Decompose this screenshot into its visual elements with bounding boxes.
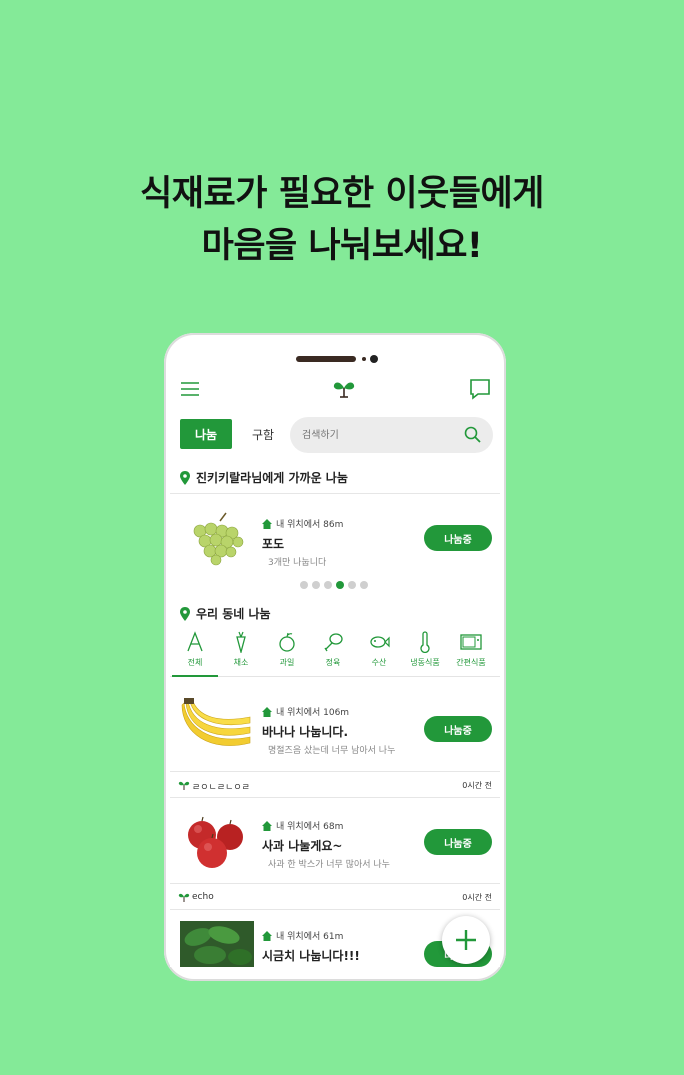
pager-dot[interactable] bbox=[324, 581, 332, 589]
tab-request[interactable]: 구함 bbox=[240, 419, 286, 449]
home-icon bbox=[262, 930, 272, 941]
search-bar bbox=[290, 417, 493, 453]
banana-image bbox=[181, 698, 251, 746]
category-tab-frozen[interactable]: 냉동식품 bbox=[402, 627, 448, 677]
divider bbox=[170, 883, 500, 884]
post-time: 0시간 전 bbox=[462, 781, 492, 790]
post-time: 0시간 전 bbox=[462, 893, 492, 902]
category-tab-fruit[interactable]: 과일 bbox=[264, 627, 310, 677]
sharing-status-button[interactable]: 나눔중 bbox=[424, 716, 492, 742]
card-desc: 명절즈음 샀는데 너무 남아서 나누 bbox=[268, 746, 396, 756]
category-tab-vegetable[interactable]: 채소 bbox=[218, 627, 264, 677]
post-card[interactable]: 내 위치에서 106m 바나나 나눕니다. 명절즈음 샀는데 너무 남아서 나누… bbox=[170, 689, 500, 769]
card-title: 사과 나눌게요~ bbox=[262, 839, 343, 853]
meat-icon bbox=[324, 633, 343, 652]
headline: 식재료가 필요한 이웃들에게 마음을 나눠보세요! bbox=[0, 168, 684, 272]
headline-line-2: 마음을 나눠보세요! bbox=[201, 226, 483, 266]
carousel-pager bbox=[300, 581, 368, 589]
pager-dot[interactable] bbox=[300, 581, 308, 589]
distance-text: 내 위치에서 86m bbox=[276, 520, 344, 530]
category-tab-convenience[interactable]: 간편식품 bbox=[448, 627, 494, 677]
menu-icon[interactable] bbox=[180, 379, 200, 399]
category-tab-all[interactable]: 전체 bbox=[172, 627, 218, 677]
carrot-icon bbox=[236, 631, 246, 653]
fish-icon bbox=[370, 636, 390, 648]
phone-frame: 나눔 구함 진키키랄라님에게 가까운 나눔 bbox=[164, 333, 506, 981]
category-label: 냉동식품 bbox=[410, 658, 440, 667]
card-desc: 3개만 나눕니다 bbox=[268, 558, 327, 568]
category-label: 전체 bbox=[187, 658, 203, 667]
category-label: 간편식품 bbox=[456, 658, 486, 667]
category-tab-meat[interactable]: 정육 bbox=[310, 627, 356, 677]
add-post-button[interactable] bbox=[442, 916, 490, 964]
home-icon bbox=[262, 820, 272, 831]
pager-dot[interactable] bbox=[360, 581, 368, 589]
pager-dot[interactable] bbox=[348, 581, 356, 589]
card-title: 시금치 나눕니다!!! bbox=[262, 949, 360, 963]
home-icon bbox=[262, 706, 272, 717]
sharing-status-button[interactable]: 나눔중 bbox=[424, 829, 492, 855]
fruit-icon bbox=[279, 632, 295, 652]
distance-label: 내 위치에서 61m bbox=[262, 929, 343, 942]
post-author-bar: echo 0시간 전 bbox=[170, 887, 500, 909]
grape-image bbox=[193, 512, 244, 566]
distance-text: 내 위치에서 68m bbox=[276, 822, 344, 832]
category-label: 정육 bbox=[325, 658, 341, 667]
divider bbox=[170, 493, 500, 494]
app-screen: 나눔 구함 진키키랄라님에게 가까운 나눔 bbox=[170, 369, 500, 967]
nearby-title-text: 진키키랄라님에게 가까운 나눔 bbox=[196, 471, 348, 485]
sprout-icon bbox=[178, 893, 190, 902]
phone-camera bbox=[370, 355, 378, 363]
phone-sensor bbox=[362, 357, 366, 361]
author-name[interactable]: ㄹㅇㄴㄹㄴㅇㄹ bbox=[192, 780, 250, 793]
category-label: 수산 bbox=[371, 658, 387, 667]
chat-icon[interactable] bbox=[468, 377, 492, 401]
post-card[interactable]: 내 위치에서 68m 사과 나눌게요~ 사과 한 박스가 너무 많아서 나누 나… bbox=[170, 801, 500, 881]
location-pin-icon bbox=[180, 470, 190, 485]
home-icon bbox=[262, 518, 272, 529]
distance-text: 내 위치에서 106m bbox=[276, 708, 350, 718]
distance-label: 내 위치에서 68m bbox=[262, 819, 343, 832]
pager-dot-active[interactable] bbox=[336, 581, 344, 589]
category-label: 과일 bbox=[279, 658, 295, 667]
nearby-section-title: 진키키랄라님에게 가까운 나눔 bbox=[180, 469, 348, 486]
distance-label: 내 위치에서 86m bbox=[262, 517, 343, 530]
card-title: 포도 bbox=[262, 537, 285, 551]
search-input[interactable] bbox=[302, 425, 452, 445]
phone-speaker bbox=[296, 356, 356, 362]
nearby-card[interactable]: 내 위치에서 86m 포도 3개만 나눕니다 나눔중 bbox=[170, 499, 500, 577]
sprout-icon bbox=[178, 781, 190, 790]
apple-image bbox=[188, 816, 243, 868]
author-name[interactable]: echo bbox=[192, 892, 214, 902]
tab-share[interactable]: 나눔 bbox=[180, 419, 232, 449]
top-bar bbox=[170, 369, 500, 409]
distance-label: 내 위치에서 106m bbox=[262, 705, 349, 718]
all-icon bbox=[187, 631, 203, 652]
distance-text: 내 위치에서 61m bbox=[276, 932, 344, 942]
neighborhood-title-text: 우리 동네 나눔 bbox=[196, 607, 271, 621]
post-author-bar: ㄹㅇㄴㄹㄴㅇㄹ 0시간 전 bbox=[170, 775, 500, 797]
search-icon[interactable] bbox=[463, 425, 483, 445]
spinach-image bbox=[180, 921, 254, 967]
neighborhood-section-title: 우리 동네 나눔 bbox=[180, 605, 271, 622]
divider bbox=[170, 771, 500, 772]
category-tabs: 전체 채소 과일 정육 수산 냉동식품 간편식품 bbox=[170, 627, 500, 677]
sprout-logo-icon[interactable] bbox=[331, 375, 357, 401]
thermometer-icon bbox=[420, 631, 430, 653]
pager-dot[interactable] bbox=[312, 581, 320, 589]
card-desc: 사과 한 박스가 너무 많아서 나누 bbox=[268, 860, 390, 870]
location-pin-icon bbox=[180, 606, 190, 621]
category-label: 채소 bbox=[233, 658, 249, 667]
divider bbox=[170, 909, 500, 910]
sharing-status-button[interactable]: 나눔중 bbox=[424, 525, 492, 551]
headline-line-1: 식재료가 필요한 이웃들에게 bbox=[140, 174, 544, 214]
divider bbox=[170, 797, 500, 798]
microwave-icon bbox=[460, 634, 482, 650]
card-title: 바나나 나눕니다. bbox=[262, 725, 349, 739]
category-tab-seafood[interactable]: 수산 bbox=[356, 627, 402, 677]
plus-icon bbox=[456, 930, 476, 950]
